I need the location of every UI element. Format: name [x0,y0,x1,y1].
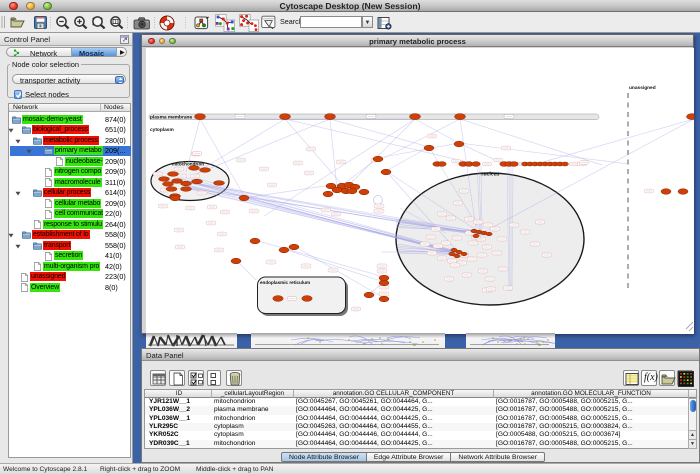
svg-text:cytoplasm: cytoplasm [150,127,174,133]
svg-text:endoplasmic reticulum: endoplasmic reticulum [260,280,310,285]
svg-text:unassigned: unassigned [629,85,656,91]
svg-text:plasma membrane: plasma membrane [150,114,192,120]
svg-text:nucleus: nucleus [481,171,500,177]
